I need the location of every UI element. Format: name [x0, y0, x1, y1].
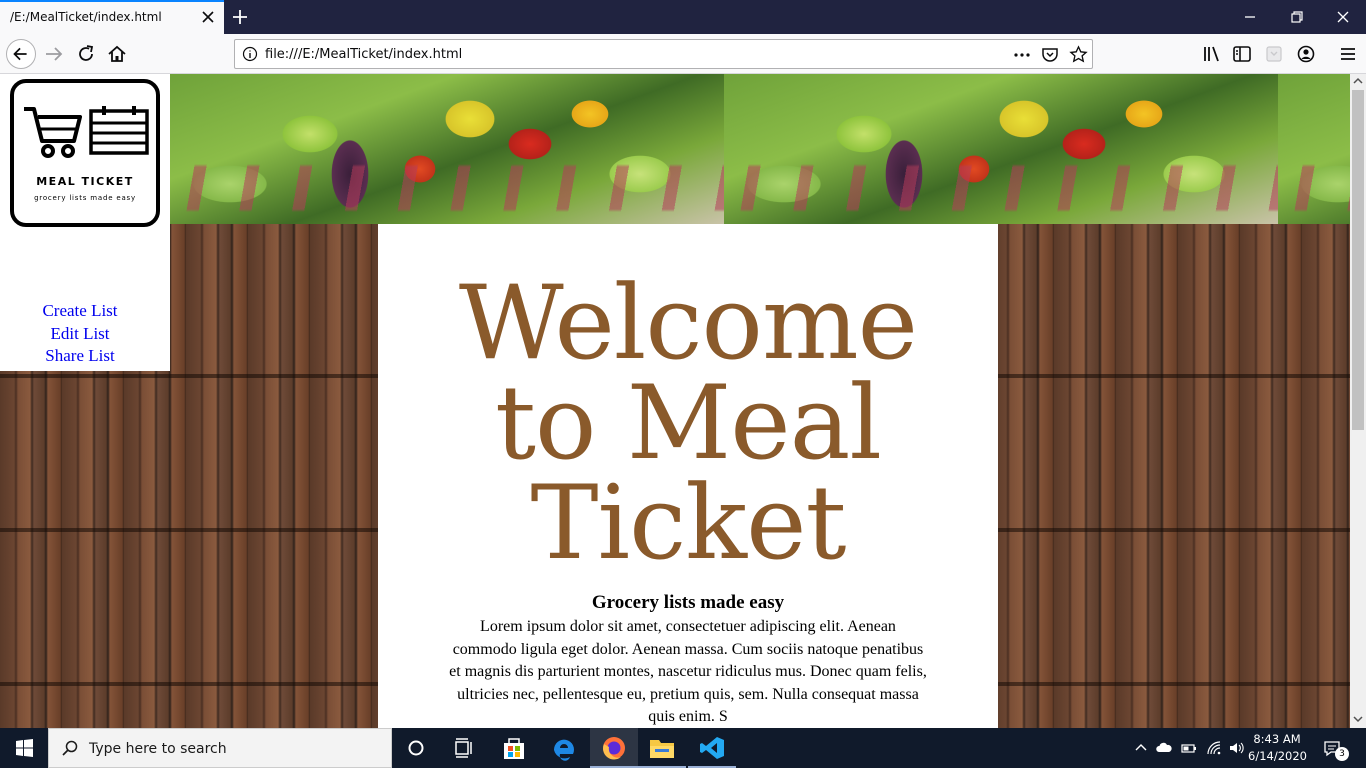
- ellipsis-icon[interactable]: [1013, 46, 1031, 64]
- pocket-icon[interactable]: [1041, 46, 1059, 64]
- scrollbar[interactable]: [1350, 74, 1366, 728]
- page-title-line: Ticket: [530, 464, 847, 583]
- intro-paragraph: Lorem ipsum dolor sit amet, consectetuer…: [449, 618, 927, 725]
- windows-start-icon[interactable]: [0, 728, 48, 768]
- search-placeholder: Type here to search: [89, 741, 227, 757]
- produce-image: [724, 74, 1278, 224]
- produce-banner: [170, 74, 1350, 224]
- page-title: Welcome to Meal Ticket: [378, 264, 998, 583]
- plus-icon[interactable]: [230, 7, 250, 27]
- forward-arrow-icon[interactable]: [42, 42, 66, 66]
- firefox-icon: [603, 737, 625, 760]
- scroll-thumb[interactable]: [1352, 90, 1364, 430]
- firefox-taskbar-button[interactable]: [590, 728, 638, 768]
- file-explorer-taskbar-button[interactable]: [638, 728, 686, 768]
- nav-link-edit-list[interactable]: Edit List: [0, 323, 160, 346]
- logo-subtitle: grocery lists made easy: [34, 194, 136, 202]
- minimize-icon[interactable]: [1240, 7, 1260, 27]
- store-icon[interactable]: [490, 728, 538, 768]
- page-title-line: Welcome: [458, 264, 918, 383]
- url-text[interactable]: file:///E:/MealTicket/index.html: [265, 47, 462, 62]
- search-icon: [62, 740, 78, 756]
- page-title-line: to Meal: [494, 364, 882, 483]
- wifi-icon[interactable]: [1205, 739, 1223, 757]
- reload-icon[interactable]: [74, 42, 98, 66]
- browser-nav-bar: file:///E:/MealTicket/index.html: [0, 34, 1366, 74]
- battery-icon[interactable]: [1180, 739, 1198, 757]
- vscode-taskbar-button[interactable]: [688, 728, 736, 768]
- library-icon[interactable]: [1200, 42, 1224, 66]
- back-arrow-icon[interactable]: [6, 39, 36, 69]
- browser-tab[interactable]: /E:/MealTicket/index.html: [0, 0, 224, 34]
- hamburger-menu-icon[interactable]: [1336, 42, 1360, 66]
- nav-link-share-list[interactable]: Share List: [0, 345, 160, 368]
- logo[interactable]: MEAL TICKET grocery lists made easy: [10, 79, 160, 227]
- cart-icon: [24, 107, 82, 158]
- sidebar: MEAL TICKET grocery lists made easy Crea…: [0, 74, 170, 371]
- volume-icon[interactable]: [1227, 739, 1245, 757]
- restore-icon[interactable]: [1287, 7, 1307, 27]
- tab-title: /E:/MealTicket/index.html: [10, 10, 162, 24]
- cloud-icon[interactable]: [1155, 739, 1173, 757]
- notification-count-badge: 3: [1335, 747, 1349, 761]
- chevron-up-icon[interactable]: [1132, 739, 1150, 757]
- close-icon[interactable]: [200, 9, 216, 25]
- taskbar-search[interactable]: Type here to search: [48, 728, 392, 768]
- home-icon[interactable]: [105, 42, 129, 66]
- produce-image: [170, 74, 724, 224]
- tagline: Grocery lists made easy: [591, 592, 785, 613]
- nav-link-create-list[interactable]: Create List: [0, 300, 160, 323]
- clock-date: 6/14/2020: [1248, 749, 1307, 763]
- ticket-list-icon: [89, 106, 149, 155]
- info-icon[interactable]: [242, 46, 258, 62]
- nav-links: Create List Edit List Share List: [0, 300, 160, 368]
- produce-image: [1278, 74, 1350, 224]
- url-bar[interactable]: file:///E:/MealTicket/index.html: [234, 39, 1093, 69]
- page-viewport: MEAL TICKET grocery lists made easy Crea…: [0, 74, 1350, 728]
- sidebar-icon[interactable]: [1230, 42, 1254, 66]
- scroll-down-icon[interactable]: [1353, 714, 1363, 724]
- account-icon[interactable]: [1294, 42, 1318, 66]
- cortana-icon[interactable]: [392, 728, 440, 768]
- logo-title: MEAL TICKET: [36, 175, 134, 188]
- window-close-icon[interactable]: [1333, 7, 1353, 27]
- clock-time: 8:43 AM: [1253, 732, 1301, 746]
- scroll-up-icon[interactable]: [1353, 76, 1363, 86]
- browser-tab-bar: /E:/MealTicket/index.html: [0, 0, 1366, 34]
- folder-icon: [650, 740, 674, 758]
- vscode-icon: [700, 737, 724, 759]
- edge-icon[interactable]: [540, 728, 588, 768]
- star-icon[interactable]: [1069, 45, 1088, 64]
- taskbar: Type here to search 8:43 AM 6/14/2020 3: [0, 728, 1366, 768]
- extension-icon[interactable]: [1262, 42, 1286, 66]
- main-content: Welcome to Meal Ticket Grocery lists mad…: [378, 224, 998, 728]
- task-view-icon[interactable]: [440, 728, 488, 768]
- taskbar-clock[interactable]: 8:43 AM 6/14/2020: [1248, 731, 1307, 765]
